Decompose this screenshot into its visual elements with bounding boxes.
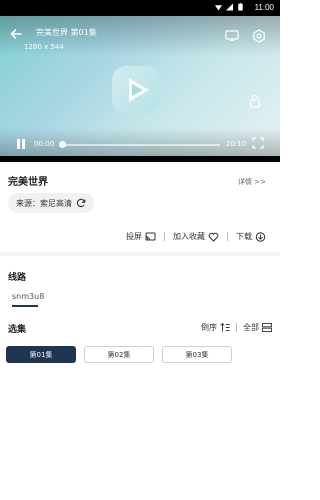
player-controls: 00:00 20:10 [0, 128, 280, 156]
favorite-button[interactable]: 加入收藏 [173, 231, 219, 242]
status-icons [215, 3, 244, 11]
route-tab-indicator [12, 305, 38, 307]
player-bottom-edge [0, 156, 280, 162]
screen-cast-icon[interactable] [225, 30, 239, 42]
status-time: 11:00 [254, 3, 274, 12]
wifi-icon [215, 5, 222, 11]
lock-icon[interactable] [249, 94, 261, 108]
grid-list-icon [262, 323, 272, 332]
action-divider [227, 232, 228, 241]
video-player[interactable]: 完美世界 第01集 1280 x 544 00:00 20:10 [0, 16, 280, 156]
route-section-title: 线路 [8, 273, 27, 283]
status-bar: 11:00 [0, 0, 280, 16]
episode-button-02[interactable]: 第02集 [84, 346, 154, 363]
download-icon [255, 231, 266, 242]
cast-button[interactable]: 投屏 [126, 231, 156, 242]
cast-label: 投屏 [126, 232, 142, 241]
settings-icon[interactable] [252, 29, 266, 43]
cast-icon [145, 232, 156, 240]
source-label: 来源：索尼高清 [16, 198, 72, 208]
episode-button-01[interactable]: 第01集 [6, 346, 76, 363]
episode-section-title: 选集 [8, 325, 27, 335]
tool-divider [236, 323, 237, 332]
refresh-icon [76, 198, 86, 208]
download-label: 下载 [236, 232, 252, 241]
video-resolution: 1280 x 544 [24, 43, 64, 51]
current-time: 00:00 [34, 140, 55, 148]
battery-icon [238, 3, 243, 11]
show-title: 完美世界 [8, 177, 48, 188]
episode-button-03[interactable]: 第03集 [162, 346, 232, 363]
seek-bar[interactable] [59, 141, 220, 148]
sort-label: 倒序 [201, 323, 217, 332]
back-arrow-icon[interactable] [10, 28, 22, 40]
play-logo-icon [112, 66, 160, 114]
download-button[interactable]: 下载 [236, 231, 266, 242]
sort-icon [220, 323, 230, 332]
route-tab-snm3u8[interactable]: snm3u8 [12, 292, 44, 301]
total-time: 20:10 [226, 140, 247, 148]
section-divider [0, 252, 280, 256]
pause-icon[interactable] [16, 138, 26, 150]
action-bar: 投屏 加入收藏 下载 [126, 231, 266, 242]
source-selector[interactable]: 来源：索尼高清 [8, 193, 94, 213]
signal-icon [226, 3, 233, 11]
episode-tools: 倒序 全部 [201, 322, 272, 333]
video-title: 完美世界 第01集 [36, 28, 97, 37]
favorite-label: 加入收藏 [173, 232, 205, 241]
all-label: 全部 [243, 323, 259, 332]
action-divider [164, 232, 165, 241]
fullscreen-icon[interactable] [252, 137, 264, 149]
all-episodes-button[interactable]: 全部 [243, 322, 272, 333]
seek-bar-thumb[interactable] [59, 141, 66, 148]
detail-link[interactable]: 详情 >> [238, 177, 266, 187]
heart-icon [208, 232, 219, 242]
sort-button[interactable]: 倒序 [201, 322, 230, 333]
